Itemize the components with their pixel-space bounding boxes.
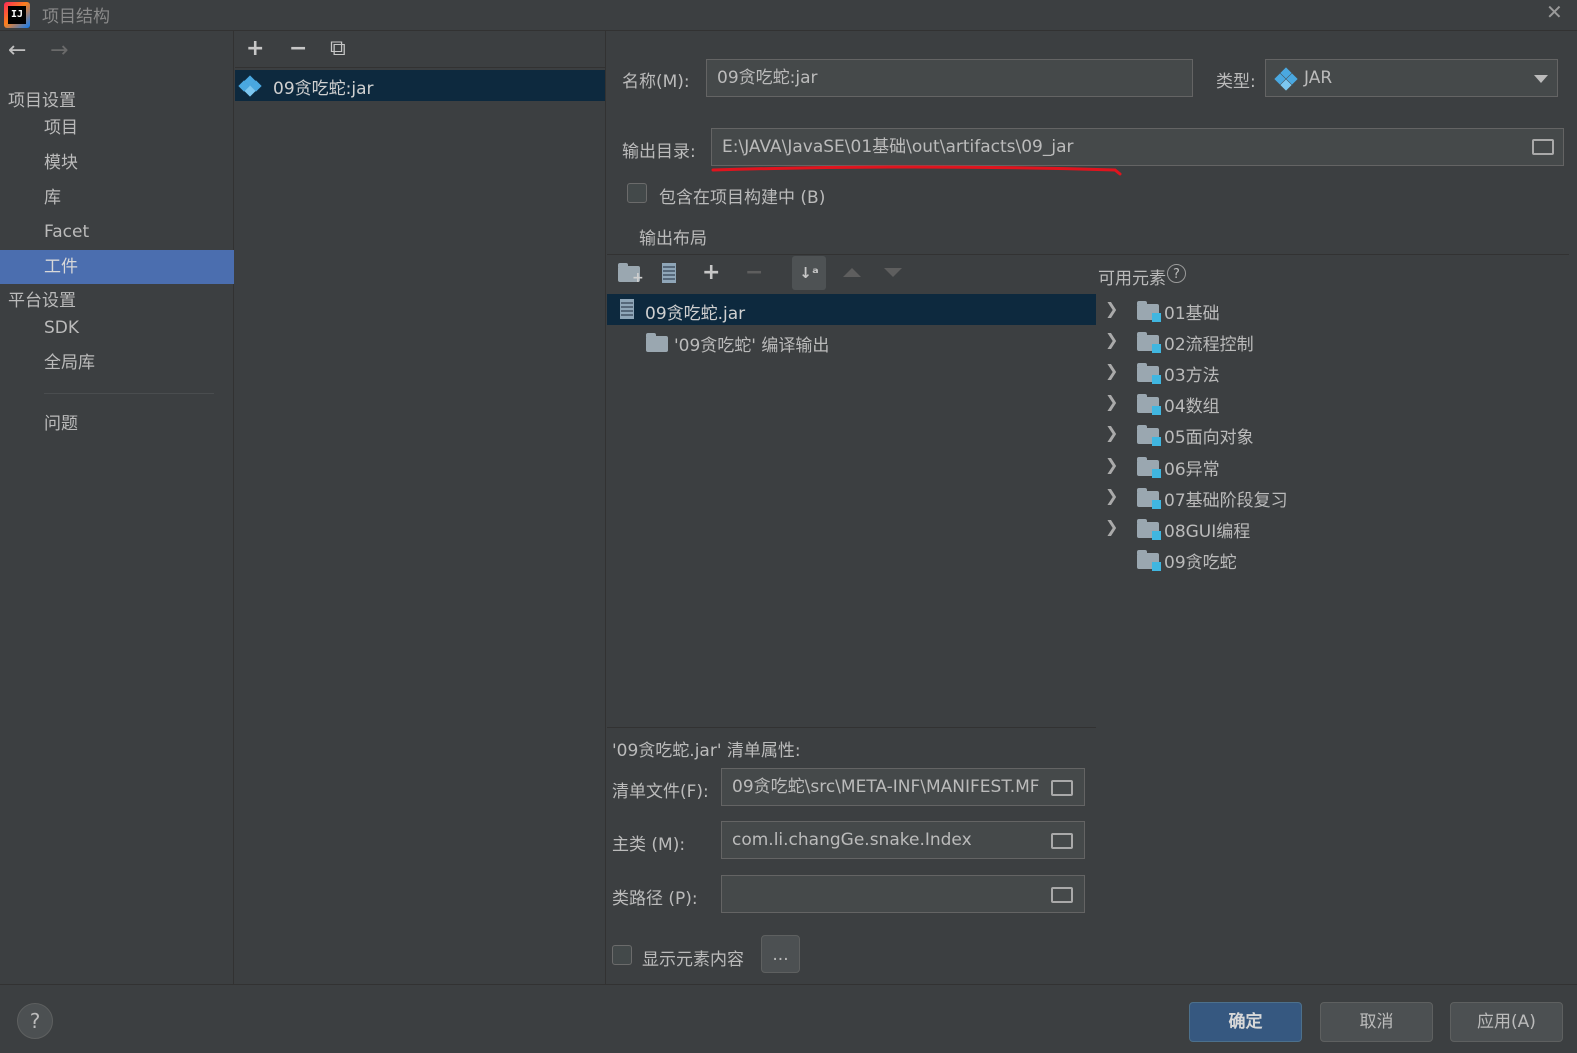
add-artifact-button[interactable]: +	[246, 36, 264, 61]
sort-elements-button[interactable]: ↓ᵃ	[792, 256, 826, 290]
output-layout-label: 输出布局	[639, 229, 707, 249]
remove-artifact-button[interactable]: −	[289, 36, 307, 61]
module-folder-icon	[1137, 488, 1161, 509]
chevron-down-icon	[1534, 75, 1548, 83]
module-folder-icon	[1137, 363, 1161, 384]
browse-classpath-folder-icon[interactable]	[1051, 887, 1073, 903]
name-input[interactable]: 09贪吃蛇:jar	[706, 59, 1193, 97]
available-item[interactable]: 02流程控制	[1164, 330, 1254, 355]
window-title: 项目结构	[42, 7, 110, 27]
manifest-divider	[607, 727, 1096, 728]
layout-root-label: 09贪吃蛇.jar	[645, 304, 746, 324]
expand-chevron-icon[interactable]: ❯	[1105, 486, 1118, 505]
expand-chevron-icon[interactable]: ❯	[1105, 361, 1118, 380]
available-item[interactable]: 05面向对象	[1164, 423, 1254, 448]
nav-item-global-libraries[interactable]: 全局库	[0, 346, 234, 380]
available-item[interactable]: 03方法	[1164, 361, 1220, 386]
project-settings-header: 项目设置	[8, 91, 76, 111]
available-elements-label: 可用元素	[1098, 269, 1166, 289]
move-up-icon[interactable]	[843, 268, 861, 277]
remove-element-button[interactable]: −	[745, 260, 763, 285]
browse-manifest-folder-icon[interactable]	[1051, 780, 1073, 796]
expand-chevron-icon[interactable]: ❯	[1105, 392, 1118, 411]
expand-chevron-icon[interactable]: ❯	[1105, 455, 1118, 474]
module-folder-icon	[1137, 457, 1161, 478]
layout-child-label[interactable]: '09贪吃蛇' 编译输出	[674, 331, 829, 356]
back-arrow-icon[interactable]: ←	[8, 38, 26, 63]
browse-main-class-folder-icon[interactable]	[1051, 833, 1073, 849]
available-item[interactable]: 07基础阶段复习	[1164, 486, 1288, 511]
jar-archive-icon	[620, 299, 634, 319]
nav-item-project[interactable]: 项目	[0, 111, 234, 145]
classpath-label: 类路径 (P):	[612, 889, 698, 909]
add-element-button[interactable]: +	[702, 260, 720, 285]
red-underline-annotation	[711, 165, 1122, 176]
show-content-checkbox[interactable]	[612, 945, 632, 965]
module-folder-icon	[1137, 301, 1161, 322]
main-class-input[interactable]: com.li.changGe.snake.Index	[721, 821, 1085, 859]
type-dropdown[interactable]: JAR	[1265, 59, 1558, 97]
cancel-button[interactable]: 取消	[1320, 1002, 1433, 1042]
more-options-button[interactable]: ...	[761, 935, 800, 973]
module-folder-icon	[1137, 332, 1161, 353]
name-label: 名称(M):	[622, 72, 690, 92]
nav-item-problems[interactable]: 问题	[0, 407, 234, 441]
apply-button[interactable]: 应用(A)	[1450, 1002, 1563, 1042]
help-circle-icon[interactable]: ?	[1167, 264, 1186, 283]
artifacts-panel	[235, 31, 606, 984]
show-content-label: 显示元素内容	[642, 950, 744, 970]
available-item[interactable]: 01基础	[1164, 299, 1220, 324]
artifact-list-item[interactable]: 09贪吃蛇:jar	[235, 70, 605, 101]
type-value: JAR	[1304, 68, 1333, 88]
platform-settings-header: 平台设置	[8, 291, 76, 311]
expand-chevron-icon[interactable]: ❯	[1105, 423, 1118, 442]
layout-divider	[607, 254, 1569, 255]
module-folder-icon	[1137, 425, 1161, 446]
expand-chevron-icon[interactable]: ❯	[1105, 299, 1118, 318]
nav-item-facet[interactable]: Facet	[0, 215, 234, 249]
intellij-logo-icon: IJ	[4, 2, 30, 28]
copy-artifact-button[interactable]: ⧉	[330, 36, 346, 61]
nav-divider	[44, 393, 214, 394]
include-in-build-checkbox[interactable]	[627, 183, 647, 203]
manifest-file-input[interactable]: 09贪吃蛇\src\META-INF\MANIFEST.MF	[721, 768, 1085, 806]
type-label: 类型:	[1216, 72, 1256, 92]
module-folder-icon	[1137, 550, 1161, 571]
output-layout-tree	[607, 292, 1096, 726]
expand-chevron-icon[interactable]: ❯	[1105, 330, 1118, 349]
module-folder-icon	[1137, 394, 1161, 415]
classpath-input[interactable]	[721, 875, 1085, 913]
title-bar	[0, 0, 1577, 31]
expand-chevron-icon[interactable]: ❯	[1105, 517, 1118, 536]
manifest-header: '09贪吃蛇.jar' 清单属性:	[612, 741, 801, 761]
browse-output-dir-folder-icon[interactable]	[1532, 139, 1554, 155]
available-item[interactable]: 09贪吃蛇	[1164, 548, 1237, 573]
create-archive-icon[interactable]	[662, 263, 676, 283]
help-icon[interactable]: ?	[17, 1003, 53, 1039]
close-icon[interactable]: ✕	[1546, 0, 1563, 24]
main-class-label: 主类 (M):	[612, 835, 686, 855]
forward-arrow-icon[interactable]: →	[50, 38, 68, 63]
artifacts-toolbar-divider	[235, 67, 605, 68]
nav-item-modules[interactable]: 模块	[0, 146, 234, 180]
available-item[interactable]: 04数组	[1164, 392, 1220, 417]
ok-button[interactable]: 确定	[1189, 1002, 1302, 1042]
artifact-label: 09贪吃蛇:jar	[273, 79, 374, 99]
new-directory-icon[interactable]: +	[618, 263, 644, 286]
nav-item-artifacts[interactable]: 工件	[0, 250, 234, 284]
compile-output-folder-icon	[646, 333, 668, 352]
move-down-icon[interactable]	[884, 268, 902, 277]
nav-item-sdk[interactable]: SDK	[0, 311, 234, 345]
manifest-file-label: 清单文件(F):	[612, 782, 709, 802]
nav-item-libraries[interactable]: 库	[0, 181, 234, 215]
module-folder-icon	[1137, 519, 1161, 540]
available-item[interactable]: 06异常	[1164, 455, 1220, 480]
output-dir-label: 输出目录:	[622, 142, 696, 162]
available-item[interactable]: 08GUI编程	[1164, 517, 1250, 542]
include-in-build-label: 包含在项目构建中 (B)	[659, 188, 826, 208]
